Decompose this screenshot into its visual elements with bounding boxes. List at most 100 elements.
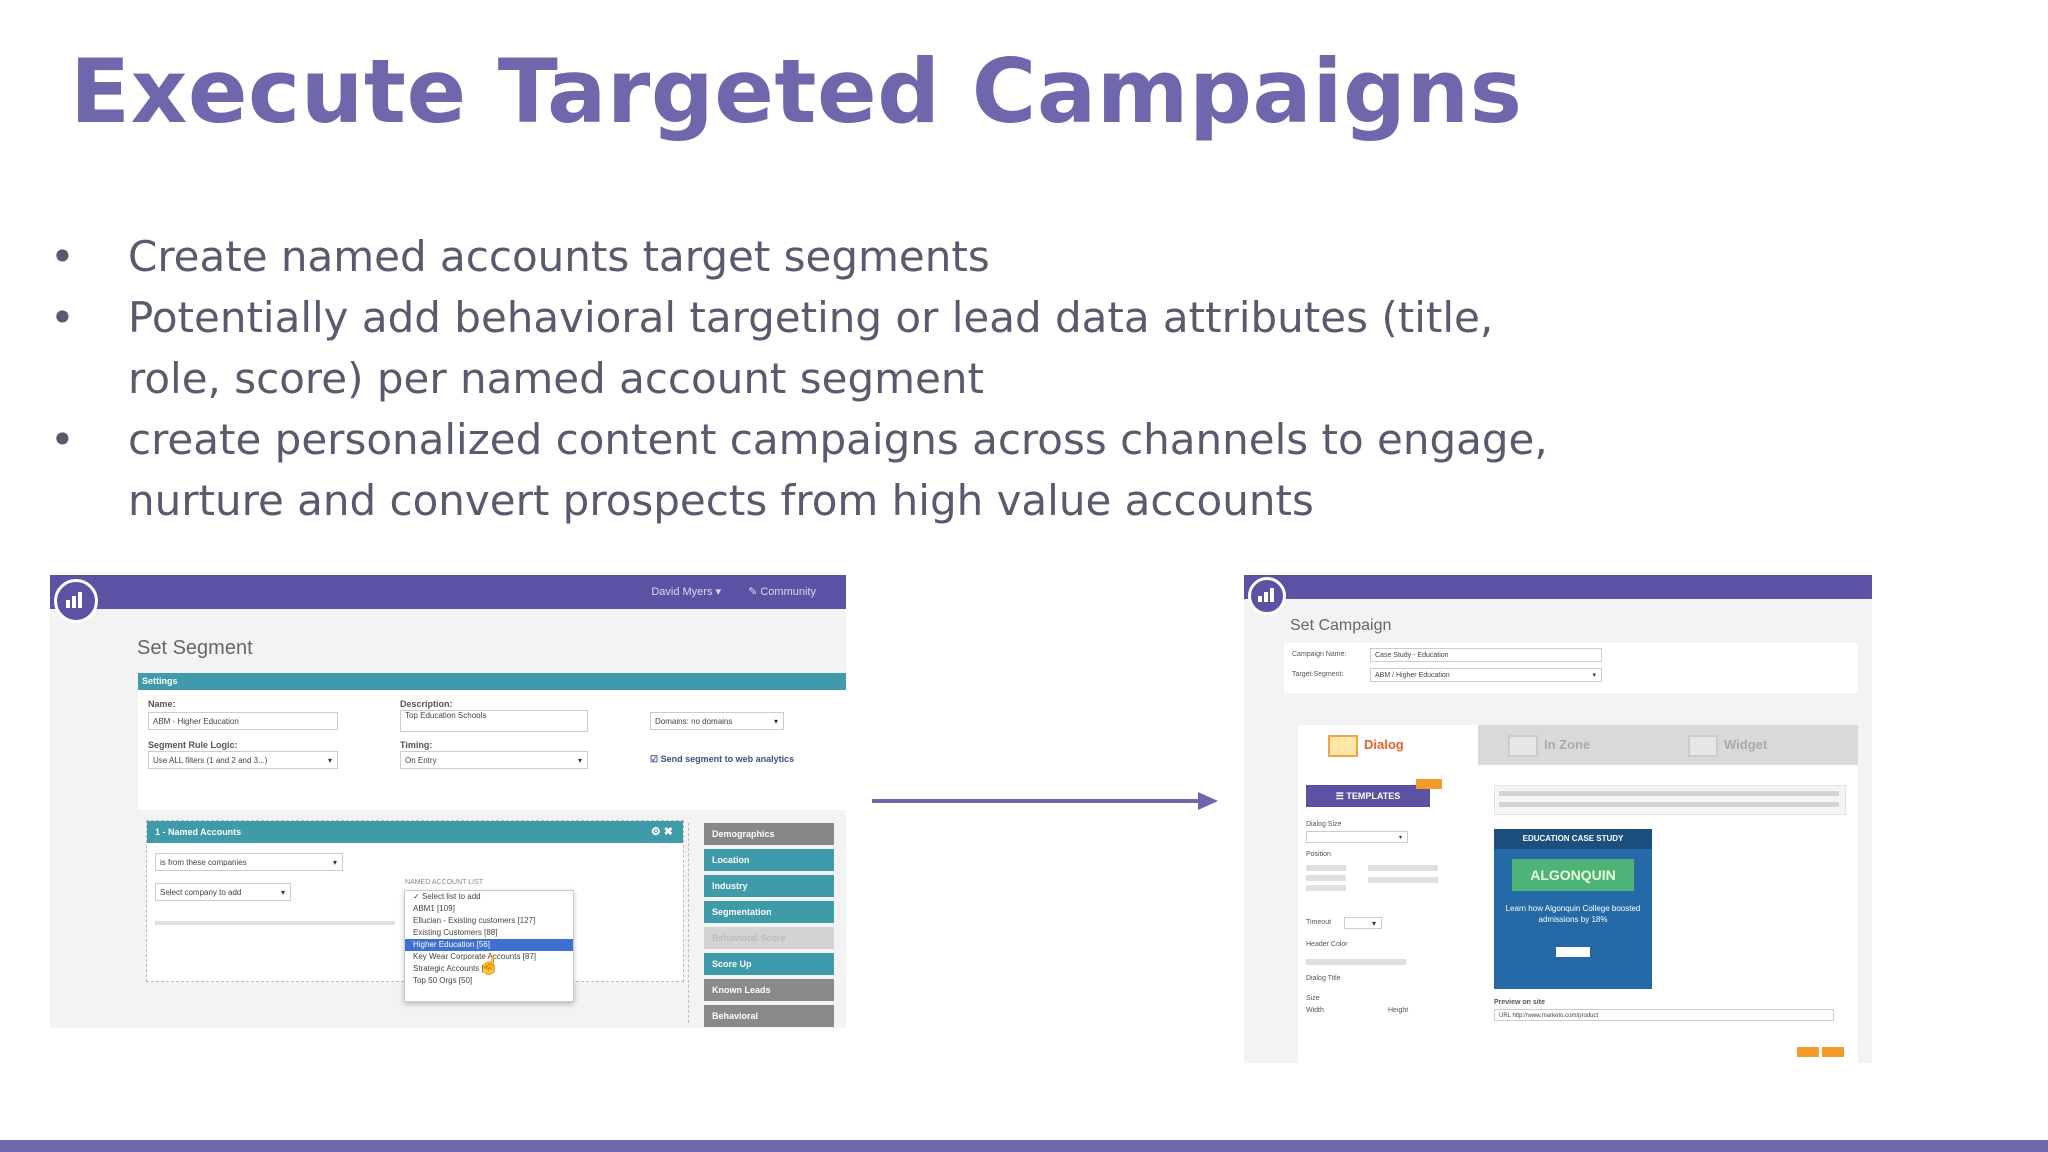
- widget-icon: [1688, 734, 1718, 757]
- toolbar-row: [1499, 791, 1839, 796]
- toolbar-row: [1499, 802, 1839, 807]
- dialog-size-label: Dialog Size: [1306, 821, 1342, 828]
- user-menu[interactable]: David Myers ▾: [651, 586, 721, 598]
- target-segment-select[interactable]: ABM / Higher Education: [1370, 668, 1602, 683]
- dropdown-option[interactable]: ✓ Select list to add: [405, 891, 573, 903]
- height-label: Height: [1388, 1007, 1409, 1014]
- sidebar-item-behavioral-score[interactable]: Behavioral Score: [704, 927, 834, 949]
- app-header: David Myers ▾ ✎ Community: [50, 575, 846, 609]
- bullet-dot-icon: •: [50, 415, 75, 464]
- timeout-select[interactable]: [1344, 917, 1382, 930]
- campaign-form: Campaign Name: Case Study - Education Ta…: [1284, 643, 1858, 693]
- tab-widget[interactable]: Widget: [1658, 725, 1838, 765]
- sidebar-item-location[interactable]: Location: [704, 849, 834, 871]
- templates-button[interactable]: ☰ TEMPLATES: [1306, 785, 1430, 807]
- domains-select[interactable]: Domains: no domains: [650, 712, 784, 731]
- marketo-logo-icon: [1248, 577, 1286, 615]
- top-nav: David Myers ▾ ✎ Community: [627, 585, 816, 598]
- save-button[interactable]: [1822, 1047, 1844, 1057]
- dropdown-title: NAMED ACCOUNT LIST: [405, 879, 484, 886]
- sidebar-item-industry[interactable]: Industry: [704, 875, 834, 897]
- segment-screenshot: David Myers ▾ ✎ Community Set Segment Se…: [50, 575, 846, 1028]
- tab-dialog[interactable]: Dialog: [1298, 725, 1478, 765]
- dropdown-option[interactable]: Top 50 Orgs [50]: [405, 975, 573, 987]
- bullet-text: Create named accounts target segments: [128, 232, 990, 281]
- timing-select[interactable]: On Entry: [400, 751, 588, 770]
- tab-label: Widget: [1724, 737, 1768, 752]
- bullet-item: • Create named accounts target segments: [50, 226, 1550, 287]
- dropdown-option[interactable]: Ellucian - Existing customers [127]: [405, 915, 573, 927]
- marketo-logo-icon: [54, 579, 98, 623]
- bullet-item: • Potentially add behavioral targeting or…: [50, 287, 1550, 409]
- community-link[interactable]: ✎ Community: [748, 586, 816, 598]
- dropdown-option[interactable]: ABM1 [109]: [405, 903, 573, 915]
- rule-logic-select[interactable]: Use ALL filters (1 and 2 and 3...): [148, 751, 338, 770]
- column-divider: [688, 823, 689, 1023]
- campaign-screenshot: Set Campaign Campaign Name: Case Study -…: [1244, 575, 1872, 1063]
- sidebar-item-known-leads[interactable]: Known Leads: [704, 979, 834, 1001]
- background-color-row: [1306, 959, 1406, 965]
- bullet-dot-icon: •: [50, 232, 75, 281]
- bullet-text: create personalized content campaigns ac…: [128, 415, 1548, 525]
- settings-bar: Settings: [138, 673, 846, 690]
- width-label: Width: [1306, 1007, 1324, 1014]
- campaign-editor: Dialog In Zone Widget ☰ TEMPLATES Dialog…: [1298, 725, 1858, 1063]
- position-grid[interactable]: [1306, 865, 1346, 871]
- filter-sidebar: Demographics Location Industry Segmentat…: [704, 823, 834, 1028]
- footer-bar: [0, 1140, 2048, 1152]
- timing-label: Timing:: [400, 740, 433, 750]
- editor-toolbar[interactable]: [1494, 785, 1846, 815]
- dropdown-option-active[interactable]: Higher Education [56]: [405, 939, 573, 951]
- app-header: [1244, 575, 1872, 599]
- page-heading: Set Segment: [137, 637, 253, 659]
- dialog-icon: [1328, 734, 1358, 757]
- dialog-preview: EDUCATION CASE STUDY ALGONQUIN Learn how…: [1494, 829, 1652, 989]
- settings-panel: Name: ABM - Higher Education Description…: [138, 690, 846, 810]
- analytics-checkbox[interactable]: ☑ Send segment to web analytics: [650, 754, 794, 765]
- cancel-button[interactable]: [1797, 1047, 1819, 1057]
- tab-label: Dialog: [1364, 737, 1404, 752]
- in-zone-icon: [1508, 734, 1538, 757]
- rule-actions-icon[interactable]: ⚙ ✖: [651, 821, 673, 843]
- name-label: Name:: [148, 699, 176, 709]
- preview-brand-logo: ALGONQUIN: [1512, 859, 1634, 891]
- account-list-dropdown[interactable]: ✓ Select list to add ABM1 [109] Ellucian…: [404, 890, 574, 1002]
- bullet-text: Potentially add behavioral targeting or …: [128, 293, 1494, 403]
- sidebar-item-behavioral[interactable]: Behavioral: [704, 1005, 834, 1027]
- header-color-label: Header Color: [1306, 941, 1348, 948]
- tab-label: In Zone: [1544, 737, 1591, 752]
- rule-operator-select[interactable]: is from these companies: [155, 853, 343, 872]
- sidebar-item-segmentation[interactable]: Segmentation: [704, 901, 834, 923]
- position-grid[interactable]: [1306, 875, 1346, 881]
- campaign-name-field[interactable]: Case Study - Education: [1370, 648, 1602, 662]
- name-field[interactable]: ABM - Higher Education: [148, 712, 338, 730]
- rule-logic-label: Segment Rule Logic:: [148, 740, 238, 750]
- size-label: Size: [1306, 995, 1320, 1002]
- description-label: Description:: [400, 699, 453, 709]
- page-heading: Set Campaign: [1290, 617, 1392, 634]
- bullet-item: • create personalized content campaigns a…: [50, 409, 1550, 531]
- preview-banner: EDUCATION CASE STUDY: [1494, 829, 1652, 849]
- tab-in-zone[interactable]: In Zone: [1478, 725, 1658, 765]
- sidebar-item-score-up[interactable]: Score Up: [704, 953, 834, 975]
- position-fields: [1368, 865, 1438, 871]
- position-fields: [1368, 877, 1438, 883]
- rule-header: 1 - Named Accounts ⚙ ✖: [147, 821, 683, 843]
- company-select[interactable]: Select company to add: [155, 883, 291, 902]
- campaign-name-label: Campaign Name:: [1292, 651, 1347, 658]
- preview-button[interactable]: [1556, 947, 1590, 957]
- channel-tabs: Dialog In Zone Widget: [1298, 725, 1858, 765]
- description-field[interactable]: Top Education Schools: [400, 710, 588, 732]
- new-badge: [1416, 779, 1442, 789]
- rule-title: 1 - Named Accounts: [155, 827, 242, 837]
- position-grid[interactable]: [1306, 885, 1346, 891]
- hand-cursor-icon: ☝: [478, 955, 501, 975]
- sidebar-item-demographics[interactable]: Demographics: [704, 823, 834, 845]
- dialog-size-select[interactable]: [1306, 831, 1408, 844]
- preview-url-field[interactable]: URL http://www.marketo.com/product: [1494, 1009, 1834, 1021]
- target-segment-label: Target Segment:: [1292, 671, 1344, 678]
- preview-on-site-label: Preview on site: [1494, 999, 1545, 1006]
- position-label: Position: [1306, 851, 1331, 858]
- arrow-right-icon: [872, 792, 1218, 810]
- dropdown-option[interactable]: Existing Customers [88]: [405, 927, 573, 939]
